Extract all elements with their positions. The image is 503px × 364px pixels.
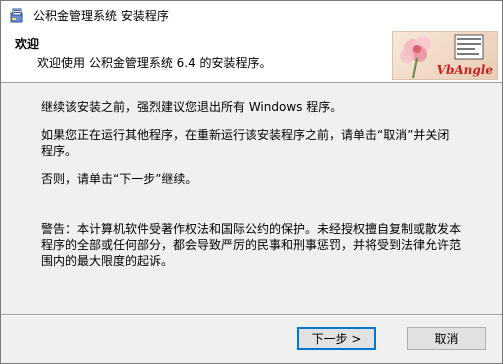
title-bar[interactable]: 公积金管理系统 安装程序 [1,1,502,29]
header-panel: 欢迎 欢迎使用 公积金管理系统 6.4 的安装程序。 VbAngle [1,29,502,83]
installer-window: 公积金管理系统 安装程序 欢迎 欢迎使用 公积金管理系统 6.4 的安装程序。 … [0,0,503,364]
instruction-text-3: 否则，请单击“下一步”继续。 [41,172,198,186]
instruction-text-2: 如果您正在运行其他程序，在重新运行该安装程序之前，请单击“取消”并关闭程序。 [41,128,450,158]
next-button[interactable]: 下一步 > [297,327,376,350]
cancel-button[interactable]: 取消 [407,327,486,350]
instruction-text-1: 继续该安装之前，强烈建议您退出所有 Windows 程序。 [41,100,343,114]
flower-logo-image: VbAngle [392,31,498,80]
warning-text: 警告：本计算机软件受著作权法和国际公约的保护。未经授权擅自复制或散发本程序的全部… [41,222,462,268]
page-subtitle: 欢迎使用 公积金管理系统 6.4 的安装程序。 [37,56,272,70]
logo-text: VbAngle [436,63,493,77]
installer-icon [9,7,25,23]
window-title: 公积金管理系统 安装程序 [33,8,169,23]
divider [1,314,502,316]
page-title: 欢迎 [15,37,40,51]
